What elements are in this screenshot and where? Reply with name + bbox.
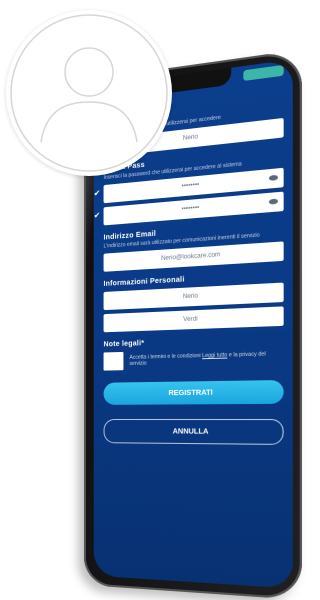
eye-icon[interactable] (268, 198, 278, 205)
user-id-value: Nerio (182, 134, 198, 143)
check-icon: ✔ (93, 188, 101, 199)
confirm-password-value: •••••••• (181, 205, 200, 213)
legal-text: Accetta i termini e le condizioni Leggi … (129, 351, 283, 367)
legal-checkbox[interactable] (103, 351, 124, 371)
first-name-value: Nerio (182, 293, 198, 301)
legal-link[interactable]: Leggi tutto (202, 352, 227, 359)
register-button[interactable]: REGISTRATI (103, 380, 284, 405)
check-icon: ✔ (93, 210, 101, 221)
email-value: Nerio@lookcare.com (161, 252, 221, 263)
last-name-value: Verdi (183, 316, 198, 324)
user-avatar-icon (6, 10, 172, 176)
eye-icon[interactable] (268, 174, 278, 182)
password-value: •••••••• (181, 182, 200, 191)
first-name-field[interactable]: Nerio (103, 282, 284, 311)
cancel-button[interactable]: ANNULLA (103, 418, 284, 445)
status-bar (243, 64, 284, 82)
legal-row: Accetta i termini e le condizioni Leggi … (103, 348, 284, 371)
